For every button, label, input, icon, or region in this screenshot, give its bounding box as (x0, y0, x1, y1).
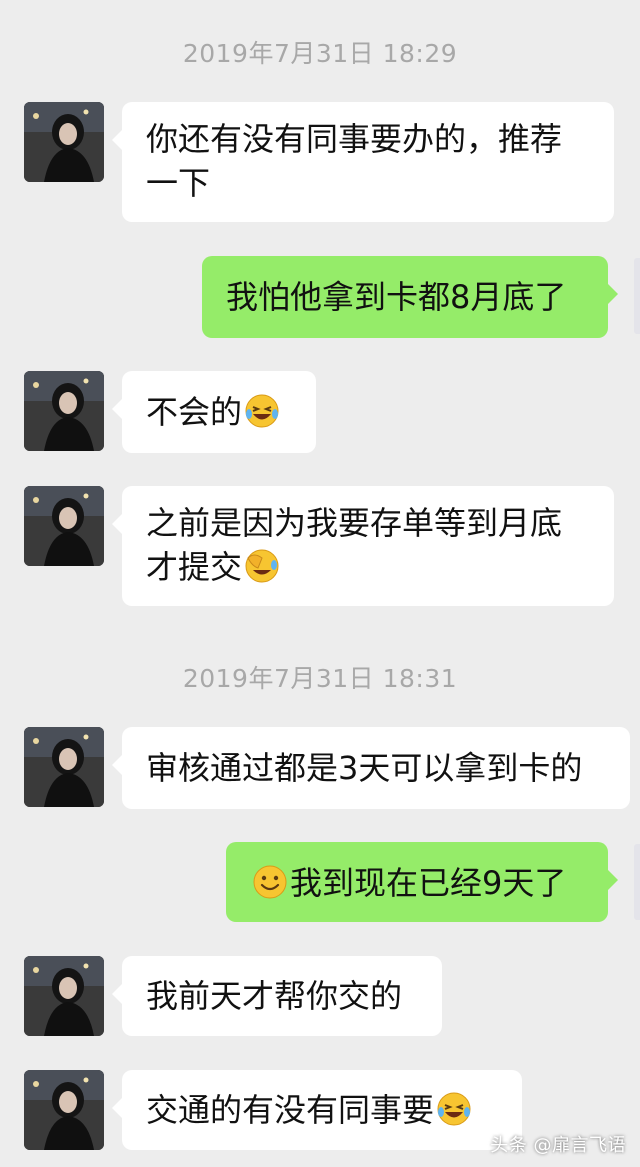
avatar-photo-icon (24, 371, 104, 451)
contact-avatar[interactable] (24, 1070, 104, 1150)
message-text-line: 之前是因为我要存单等到月底 (146, 504, 563, 542)
timestamp: 2019年7月31日 18:29 (182, 39, 458, 68)
contact-avatar[interactable] (24, 371, 104, 451)
message-text: 我前天才帮你交的 (146, 977, 403, 1015)
message-text: 交通的有没有同事要 (146, 1091, 435, 1129)
laughing-tears-emoji-icon (437, 1092, 471, 1126)
message-text: 审核通过都是3天可以拿到卡的 (146, 749, 583, 787)
message-bubble-outgoing[interactable]: 我怕他拿到卡都8月底了 (202, 256, 618, 338)
contact-avatar[interactable] (24, 727, 104, 807)
avatar-photo-icon (24, 1070, 104, 1150)
facepalm-laughing-emoji-icon (245, 549, 279, 583)
smile-emoji-icon (253, 865, 287, 899)
message-bubble-incoming[interactable]: 审核通过都是3天可以拿到卡的 (112, 727, 630, 809)
message-bubble-incoming[interactable]: 之前是因为我要存单等到月底 才提交 (112, 486, 614, 606)
contact-avatar[interactable] (24, 956, 104, 1036)
avatar-photo-icon (24, 102, 104, 182)
timestamp: 2019年7月31日 18:31 (182, 664, 458, 693)
laughing-tears-emoji-icon (245, 394, 279, 428)
contact-avatar[interactable] (24, 102, 104, 182)
own-avatar-edge (634, 258, 640, 334)
avatar-photo-icon (24, 727, 104, 807)
own-avatar-edge (634, 844, 640, 920)
message-text-line: 才提交 (146, 548, 243, 586)
message-text: 我到现在已经9天了 (290, 864, 567, 902)
message-text-line: 你还有没有同事要办的，推荐 (146, 120, 563, 158)
contact-avatar[interactable] (24, 486, 104, 566)
message-bubble-incoming[interactable]: 我前天才帮你交的 (112, 956, 442, 1036)
avatar-photo-icon (24, 956, 104, 1036)
avatar-photo-icon (24, 486, 104, 566)
message-bubble-incoming[interactable]: 不会的 (112, 371, 316, 453)
message-bubble-incoming[interactable]: 交通的有没有同事要 (112, 1070, 522, 1150)
message-text: 我怕他拿到卡都8月底了 (226, 278, 567, 316)
watermark: 头条 @扉言飞语 (490, 1135, 626, 1156)
message-bubble-incoming[interactable]: 你还有没有同事要办的，推荐 一下 (112, 102, 614, 222)
message-bubble-outgoing[interactable]: 我到现在已经9天了 (226, 842, 618, 922)
message-text: 不会的 (146, 393, 243, 431)
message-text-line: 一下 (146, 164, 211, 202)
